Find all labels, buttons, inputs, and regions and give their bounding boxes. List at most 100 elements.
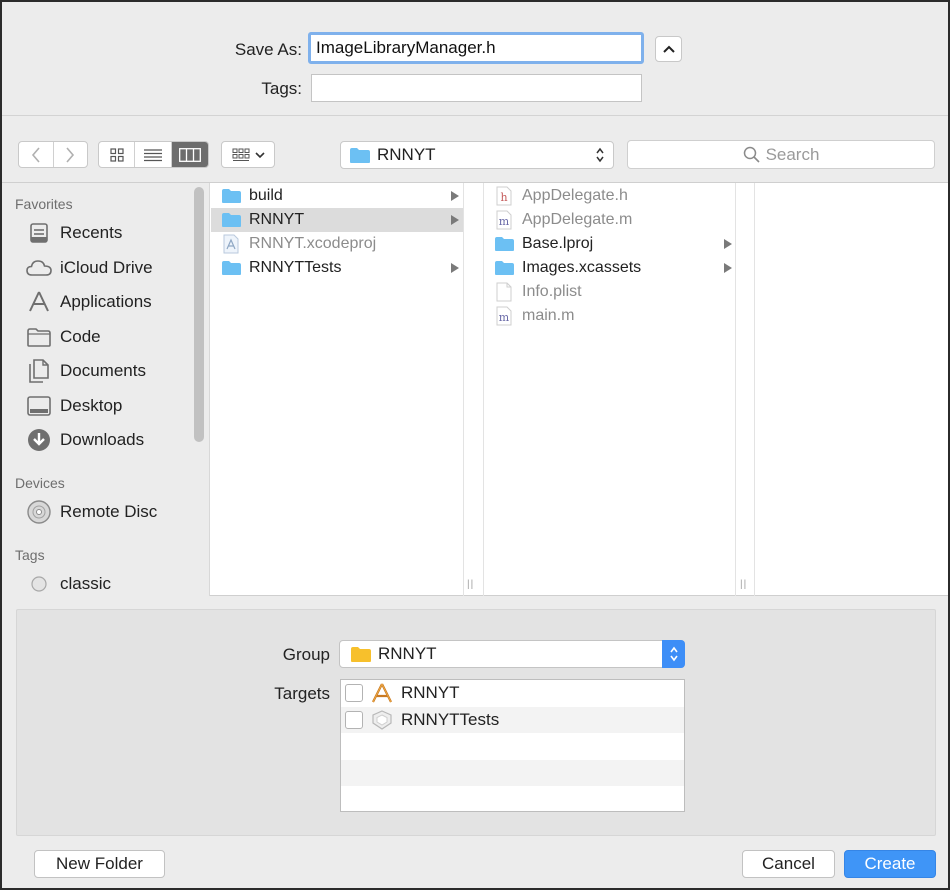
target-label: RNNYT (401, 683, 460, 703)
arrange-menu-button[interactable] (221, 141, 275, 168)
path-popup-label: RNNYT (377, 145, 436, 164)
list-item[interactable]: Base.lproj (484, 232, 736, 256)
disclosure-arrow-icon (451, 191, 459, 201)
forward-button[interactable] (54, 142, 88, 167)
folder-icon (493, 234, 515, 254)
app-target-icon (371, 683, 393, 703)
save-as-label: Save As: (234, 40, 302, 59)
group-popup-stepper (662, 640, 685, 668)
desktop-icon (26, 394, 52, 418)
folder-icon (220, 210, 242, 230)
sidebar-item-icloud-drive[interactable]: iCloud Drive (26, 253, 153, 283)
list-icon (144, 148, 163, 161)
sidebar-item-label: Remote Disc (60, 502, 158, 521)
targets-label: Targets (274, 684, 330, 703)
sidebar-item-recents[interactable]: Recents (26, 218, 122, 248)
sidebar-item-label: Code (60, 327, 101, 346)
list-item-label: AppDelegate.m (522, 211, 633, 228)
folder-icon (493, 258, 515, 278)
target-label: RNNYTTests (401, 709, 500, 729)
sidebar-item-desktop[interactable]: Desktop (26, 391, 122, 421)
documents-icon (26, 359, 52, 383)
file-browser: Favorites Recents iCloud Drive Applicati… (2, 183, 948, 596)
group-popup[interactable]: RNNYT (339, 640, 685, 668)
list-item-label: RNNYT (249, 211, 305, 228)
recents-icon (26, 221, 52, 245)
chevron-up-icon (662, 45, 675, 53)
list-item-label: Info.plist (522, 283, 582, 300)
browser-column-1: build RNNYT RNNYT.xcodeproj RNNYTTests |… (211, 183, 473, 596)
arrange-grid-icon (232, 148, 249, 161)
list-item[interactable]: m AppDelegate.m (484, 208, 736, 232)
folder-icon (220, 186, 242, 206)
list-item[interactable]: RNNYT.xcodeproj (211, 232, 463, 256)
folder-icon (220, 258, 242, 278)
list-view-button[interactable] (135, 142, 172, 167)
list-item-label: RNNYTTests (249, 259, 342, 276)
arrange-button-inner (222, 142, 274, 167)
sidebar-item-remote-disc[interactable]: Remote Disc (26, 497, 157, 527)
chevron-left-icon (31, 146, 40, 163)
list-item-label: build (249, 187, 283, 204)
target-checkbox[interactable] (345, 710, 363, 729)
list-item-label: main.m (522, 307, 575, 324)
table-row: RNNYTTests (341, 706, 684, 733)
new-folder-button[interactable]: New Folder (34, 850, 165, 878)
list-item[interactable]: Info.plist (484, 280, 736, 304)
columns-icon (178, 147, 201, 162)
sidebar-item-applications[interactable]: Applications (26, 287, 152, 317)
tags-input[interactable] (311, 74, 642, 102)
save-dialog: Save As: Tags: (0, 0, 950, 890)
file-name-input[interactable] (308, 32, 644, 64)
table-row-empty (341, 759, 684, 786)
sidebar-item-code[interactable]: Code (26, 322, 101, 352)
plist-icon (493, 282, 515, 302)
collapse-toggle-button[interactable] (655, 36, 682, 62)
updown-arrows-icon (669, 646, 678, 662)
test-target-icon (371, 710, 393, 730)
m-file-icon: m (493, 306, 515, 326)
list-item-selected[interactable]: RNNYT (211, 208, 463, 232)
tag-circle-icon (26, 572, 52, 596)
column-resize-handle[interactable]: || (467, 579, 474, 590)
list-item[interactable]: Images.xcassets (484, 256, 736, 280)
search-field[interactable]: Search (627, 140, 935, 169)
create-button[interactable]: Create (844, 850, 936, 878)
back-button[interactable] (19, 142, 54, 167)
list-item[interactable]: h AppDelegate.h (484, 184, 736, 208)
group-popup-label: RNNYT (378, 644, 437, 663)
save-header: Save As: Tags: (2, 2, 948, 116)
downloads-icon (26, 428, 52, 452)
icon-view-button[interactable] (99, 142, 136, 167)
m-file-icon: m (493, 210, 515, 230)
sidebar-item-label: Downloads (60, 430, 145, 449)
list-item[interactable]: RNNYTTests (211, 256, 463, 280)
tags-label: Tags: (261, 79, 302, 98)
svg-text:m: m (499, 215, 510, 228)
applications-icon (26, 290, 52, 314)
tags-header: Tags (15, 547, 45, 563)
search-icon (743, 146, 760, 163)
sidebar-item-tag-classic[interactable]: classic (26, 569, 111, 599)
disclosure-arrow-icon (451, 215, 459, 225)
cancel-button[interactable]: Cancel (742, 850, 835, 878)
sidebar-item-label: iCloud Drive (60, 258, 153, 277)
devices-header: Devices (15, 475, 65, 491)
table-row: RNNYT (341, 680, 684, 707)
target-checkbox[interactable] (345, 684, 363, 703)
folder-icon (350, 147, 370, 163)
disc-icon (26, 500, 52, 524)
path-popup[interactable]: RNNYT (340, 141, 614, 169)
list-item[interactable]: m main.m (484, 304, 736, 328)
disclosure-arrow-icon (724, 263, 732, 273)
svg-text:m: m (499, 311, 510, 324)
sidebar-scrollbar[interactable] (194, 187, 204, 442)
list-item-label: Images.xcassets (522, 259, 642, 276)
sidebar-item-downloads[interactable]: Downloads (26, 425, 144, 455)
list-item[interactable]: build (211, 184, 463, 208)
sidebar-item-documents[interactable]: Documents (26, 356, 146, 386)
chevron-down-icon (254, 151, 265, 158)
column-view-button[interactable] (171, 142, 208, 167)
column-resize-handle[interactable]: || (740, 579, 747, 590)
updown-arrows-icon (596, 147, 604, 163)
